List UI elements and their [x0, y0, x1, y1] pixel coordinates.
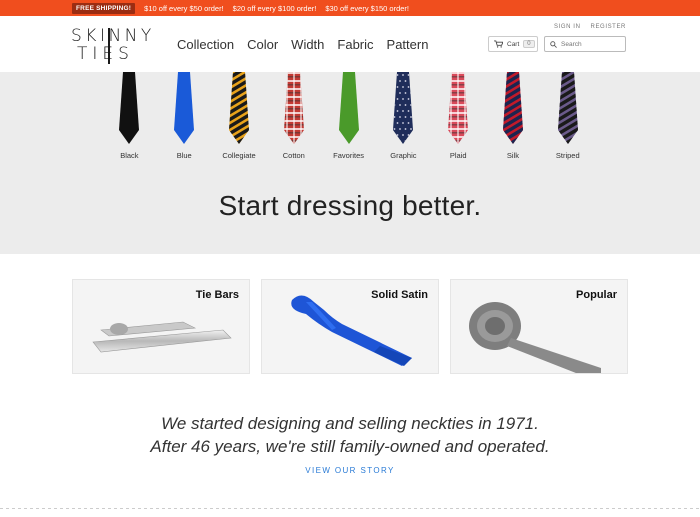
tie-swatch-blue[interactable]: Blue: [157, 72, 212, 160]
card-title: Tie Bars: [195, 289, 239, 301]
tie-image: [174, 72, 195, 144]
cart-icon: [494, 40, 503, 48]
nav-color[interactable]: Color: [247, 37, 278, 52]
tie-swatch-cotton[interactable]: Cotton: [266, 72, 321, 160]
tie-label: Collegiate: [222, 151, 256, 160]
tie-image: [119, 72, 140, 144]
tie-label: Cotton: [282, 151, 305, 160]
tie-label: Graphic: [390, 151, 417, 160]
tie-label: Black: [120, 151, 139, 160]
free-shipping-badge: FREE SHIPPING!: [72, 2, 136, 14]
tie-swatch-striped[interactable]: Striped: [540, 72, 595, 160]
card-title: Solid Satin: [371, 289, 428, 301]
tie-image: [448, 72, 469, 144]
card-title: Popular: [576, 289, 617, 301]
promo-offer: $30 off every $150 order!: [325, 3, 410, 13]
search-box: [544, 36, 626, 52]
footer-divider: [0, 508, 700, 509]
cart-button[interactable]: Cart 0: [488, 36, 538, 52]
category-cards: Tie Bars Solid Satin Popular: [72, 279, 628, 374]
tie-swatch-graphic[interactable]: Graphic: [376, 72, 431, 160]
tie-label: Plaid: [449, 151, 467, 160]
hero-tagline: Start dressing better.: [218, 190, 482, 221]
tie-color-strip: Black Blue Collegiate Cotton Favorites Graphi…: [102, 72, 595, 160]
search-input[interactable]: [561, 40, 623, 48]
story-line-1: We started designing and selling necktie…: [161, 414, 539, 433]
tie-label: Blue: [176, 151, 192, 160]
account-links: SIGN IN REGISTER: [554, 24, 626, 30]
hero-section: Black Blue Collegiate Cotton Favorites Graphi…: [0, 72, 700, 254]
tie-swatch-collegiate[interactable]: Collegiate: [212, 72, 267, 160]
nav-pattern[interactable]: Pattern: [387, 37, 429, 52]
tie-image: [393, 72, 414, 144]
promo-offer: $20 off every $100 order!: [232, 3, 317, 13]
story-line-2: After 46 years, we're still family-owned…: [150, 437, 550, 456]
tie-image: [283, 72, 304, 144]
tie-image: [338, 72, 359, 144]
nav-fabric[interactable]: Fabric: [337, 37, 373, 52]
tie-swatch-silk[interactable]: Silk: [486, 72, 541, 160]
tie-image: [502, 72, 523, 144]
cart-label: Cart: [507, 40, 520, 48]
card-popular[interactable]: Popular: [450, 279, 628, 374]
logo-line-1: SKINNY: [71, 26, 155, 46]
tie-label: Striped: [555, 151, 580, 160]
promo-bar: FREE SHIPPING! $10 off every $50 order! …: [0, 0, 700, 16]
tie-swatch-plaid[interactable]: Plaid: [431, 72, 486, 160]
sign-in-link[interactable]: SIGN IN: [554, 24, 581, 30]
logo-line-2: TIES: [77, 44, 134, 64]
search-icon: [550, 40, 557, 48]
register-link[interactable]: REGISTER: [591, 24, 626, 30]
tie-label: Favorites: [333, 151, 364, 160]
site-header: SKINNY TIES Collection Color Width Fabri…: [0, 16, 700, 76]
tie-image: [228, 72, 249, 144]
tie-swatch-favorites[interactable]: Favorites: [321, 72, 376, 160]
promo-offer: $10 off every $50 order!: [144, 3, 224, 13]
view-our-story-link[interactable]: VIEW OUR STORY: [0, 466, 700, 475]
card-solid-satin[interactable]: Solid Satin: [261, 279, 439, 374]
tie-image: [557, 72, 578, 144]
card-tie-bars[interactable]: Tie Bars: [72, 279, 250, 374]
nav-width[interactable]: Width: [291, 37, 324, 52]
site-logo[interactable]: SKINNY TIES: [71, 24, 151, 64]
nav-collection[interactable]: Collection: [177, 37, 234, 52]
cart-count: 0: [523, 40, 535, 48]
tie-swatch-black[interactable]: Black: [102, 72, 157, 160]
main-nav: Collection Color Width Fabric Pattern: [177, 37, 428, 52]
tie-label: Silk: [506, 151, 520, 160]
